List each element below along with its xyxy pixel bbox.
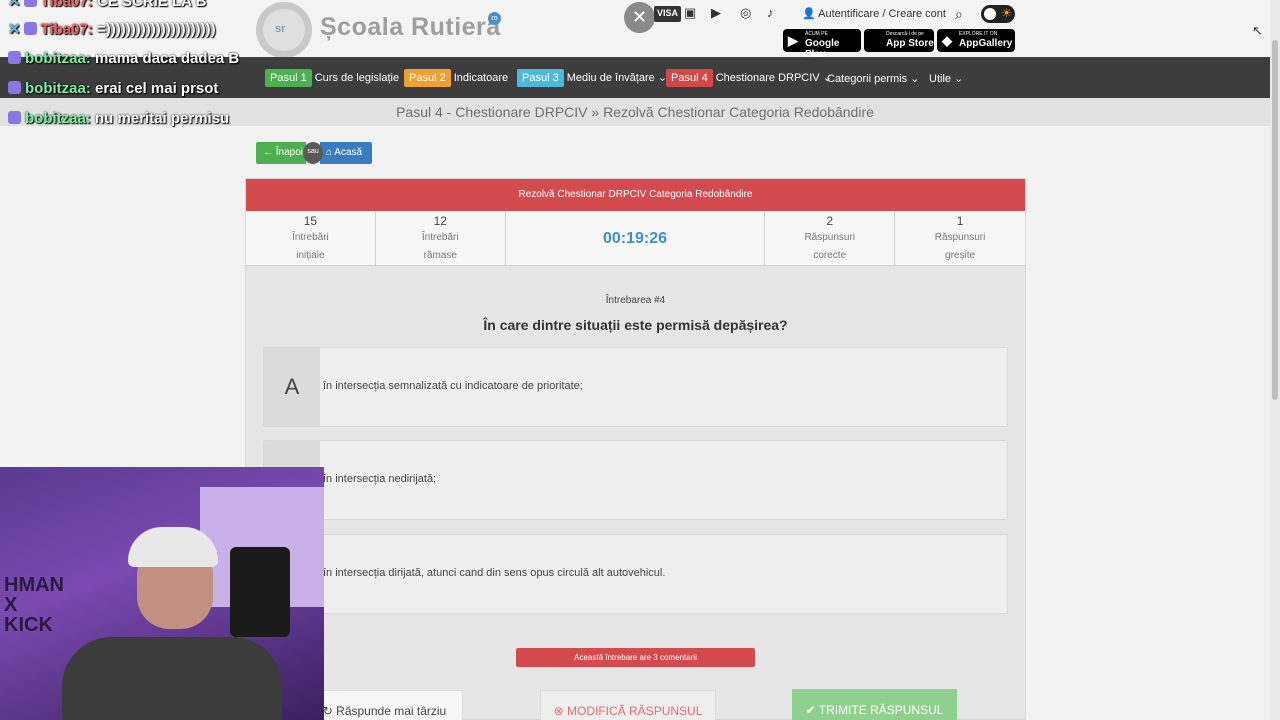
- modify-answer-button[interactable]: ⊗ MODIFICĂ RĂSPUNSUL: [540, 690, 716, 720]
- answer-later-button[interactable]: ↻ Răspunde mai târziu: [306, 690, 463, 720]
- google-play-button[interactable]: ▶ ACUM PE Google Play: [783, 29, 861, 60]
- logo-badge: ro: [488, 12, 501, 25]
- sub-badge-icon: [23, 0, 37, 7]
- visa-icon: VISA: [654, 6, 682, 22]
- answer-text: în intersecția semnalizată cu indicatoar…: [323, 380, 583, 392]
- facebook-icon[interactable]: ▣: [684, 5, 696, 21]
- google-play-icon: ▶: [788, 33, 798, 48]
- quiz-stats: 15 Întrebări inițiale 12 Întrebări rămas…: [246, 211, 1025, 266]
- nav-step-1[interactable]: Pasul 1 Curs de legislație: [265, 69, 399, 87]
- quiz-card: Rezolvă Chestionar DRPCIV Categoria Redo…: [245, 178, 1026, 720]
- sun-icon: ☀: [1001, 6, 1012, 20]
- logo-mark: sr: [275, 23, 286, 35]
- stat-correct: 2 Răspunsuri corecte: [765, 211, 896, 265]
- answer-option-c[interactable]: C în intersecția dirijată, atunci cand d…: [263, 534, 1008, 614]
- quiz-header: Rezolvă Chestionar DRPCIV Categoria Redo…: [246, 179, 1025, 211]
- sub-badge-icon: [8, 51, 21, 64]
- question-number: Întrebarea #4: [605, 295, 666, 306]
- search-icon[interactable]: ⌕: [955, 6, 963, 23]
- arrow-left-icon: ←: [263, 147, 276, 158]
- close-icon[interactable]: ✕: [624, 2, 655, 33]
- site-logo[interactable]: sr Școala Rutieră ro: [256, 2, 506, 58]
- nav-categories[interactable]: Categorii permis ⌄: [827, 72, 919, 85]
- breadcrumb-current: Rezolvă Chestionar Categoria Redobândire: [603, 104, 874, 120]
- chat-message: ✕ Tiba07: CE SCRIE LA B: [8, 0, 206, 10]
- comments-button[interactable]: Această întrebare are 3 comentarii: [516, 648, 755, 667]
- neon-sign: HMAN X KICK: [4, 574, 64, 636]
- toggle-knob: [984, 8, 996, 20]
- answer-option-a[interactable]: A în intersecția semnalizată cu indicato…: [263, 347, 1008, 427]
- nav-step-2[interactable]: Pasul 2 Indicatoare: [404, 69, 508, 87]
- or-badge: sau: [303, 142, 323, 164]
- sword-icon: ✕: [8, 21, 21, 38]
- app-store-button[interactable]: Descarcă-l de pe App Store: [864, 29, 934, 52]
- answer-option-b[interactable]: B în intersecția nedirijată;: [263, 440, 1008, 520]
- question-text: În care dintre situații este permisă dep…: [483, 317, 788, 333]
- chat-message: bobitzaa: nu meritai permisu: [8, 110, 229, 127]
- appgallery-icon: ◆: [942, 33, 952, 48]
- cancel-icon: ⊗: [553, 704, 568, 718]
- sub-badge-icon: [8, 81, 21, 94]
- instagram-icon[interactable]: ◎: [740, 5, 751, 21]
- appgallery-button[interactable]: ◆ EXPLORE IT ON AppGallery: [937, 29, 1015, 52]
- youtube-icon[interactable]: ▶: [711, 5, 721, 21]
- stat-remaining: 12 Întrebări rămase: [376, 211, 506, 265]
- submit-answer-button[interactable]: ✔ TRIMITE RĂSPUNSUL: [792, 689, 957, 720]
- answer-text: în intersecția nedirijată;: [323, 473, 437, 485]
- check-icon: ✔: [805, 703, 819, 717]
- sub-badge-icon: [8, 111, 21, 124]
- breadcrumb-separator: »: [591, 104, 600, 120]
- streamer-cap: [128, 527, 218, 567]
- theme-toggle[interactable]: ☀: [981, 5, 1015, 23]
- answer-text: în intersecția dirijată, atunci cand din…: [323, 567, 666, 579]
- nav-step-4[interactable]: Pasul 4 Chestionare DRPCIV ⌄: [666, 69, 832, 87]
- breadcrumb-step[interactable]: Pasul 4 - Chestionare DRPCIV: [396, 104, 587, 120]
- chat-message: bobitzaa: mama daca dadea B: [8, 50, 239, 67]
- stat-initial: 15 Întrebări inițiale: [246, 211, 376, 265]
- stat-wrong: 1 Răspunsuri greșite: [934, 214, 986, 261]
- sword-icon: ✕: [8, 0, 21, 10]
- steering-wheel-icon: sr: [256, 2, 312, 58]
- scrollbar-thumb[interactable]: [1272, 40, 1278, 400]
- user-icon: 👤: [802, 8, 819, 20]
- back-button[interactable]: ← Înapoi: [256, 142, 306, 164]
- nav-step-3[interactable]: Pasul 3 Mediu de învățare ⌄: [517, 69, 667, 87]
- microphone: [230, 547, 290, 637]
- refresh-icon: ↻: [322, 704, 337, 718]
- webcam-overlay: HMAN X KICK: [0, 467, 324, 720]
- home-button[interactable]: ⌂ Acasă: [320, 142, 372, 164]
- chat-message: bobitzaa: erai cel mai prsot: [8, 80, 218, 97]
- streamer-body: [62, 637, 282, 720]
- tiktok-icon[interactable]: ♪: [767, 5, 774, 21]
- nav-utile[interactable]: Utile ⌄: [929, 72, 963, 85]
- quiz-timer: 00:19:26: [506, 211, 766, 265]
- auth-link[interactable]: 👤 Autentificare / Creare cont: [802, 7, 946, 20]
- answer-letter: A: [264, 348, 320, 426]
- mouse-cursor-icon: ↖: [1252, 23, 1263, 38]
- sub-badge-icon: [23, 22, 37, 35]
- logo-text: Școala Rutieră: [320, 13, 501, 41]
- chat-message: ✕ Tiba07: =)))))))))))))))))))))): [8, 21, 216, 38]
- auth-label: Autentificare / Creare cont: [818, 8, 946, 20]
